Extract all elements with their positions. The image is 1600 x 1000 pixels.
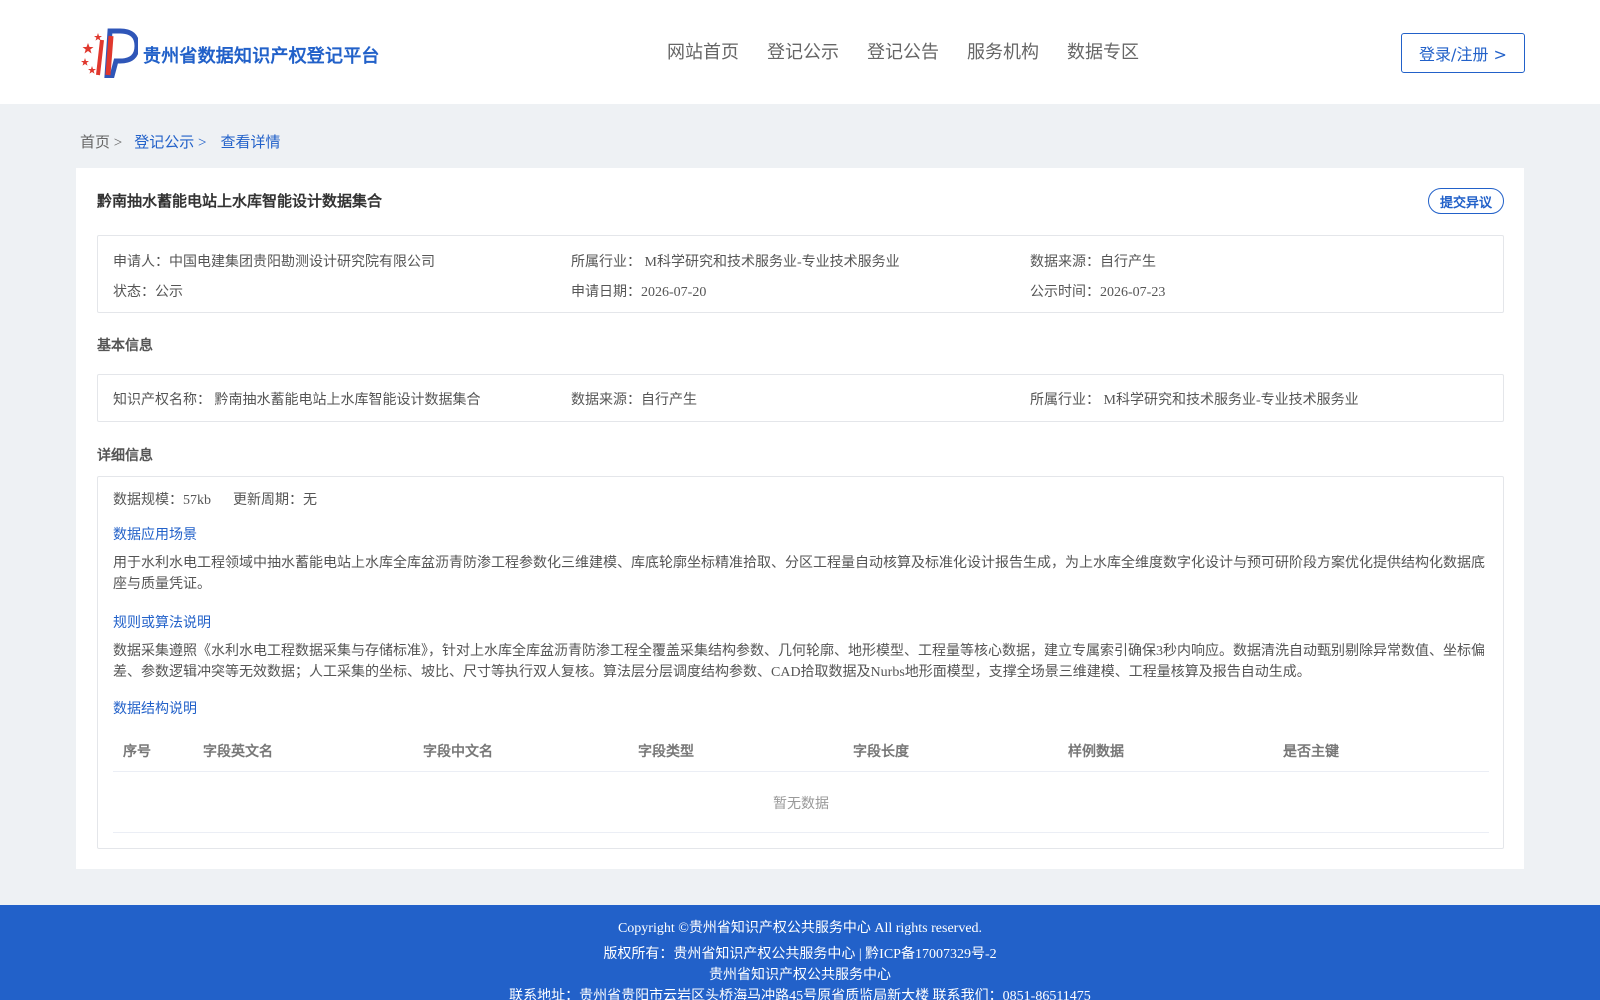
site-title[interactable]: 贵州省数据知识产权登记平台 <box>143 42 380 68</box>
site-footer: Copyright ©贵州省知识产权公共服务中心 All rights rese… <box>0 905 1600 1000</box>
submit-objection-button[interactable]: 提交异议 <box>1428 188 1504 214</box>
th-field-length: 字段长度 <box>853 745 909 760</box>
site-header: 贵州省数据知识产权登记平台 网站首页 登记公示 登记公告 服务机构 数据专区 登… <box>0 0 1600 104</box>
detail-info-heading: 详细信息 <box>97 448 153 464</box>
th-primary-key: 是否主键 <box>1283 745 1339 760</box>
basic-info-panel: 知识产权名称： 黔南抽水蓄能电站上水库智能设计数据集合 数据来源：自行产生 所属… <box>97 374 1504 422</box>
scenario-heading: 数据应用场景 <box>113 528 197 543</box>
industry-text: 所属行业： M科学研究和技术服务业-专业技术服务业 <box>571 255 900 270</box>
footer-contact: 联系地址：贵州省贵阳市云岩区头桥海马冲路45号原省质监局新大楼 联系我们：085… <box>509 989 1091 1000</box>
data-scale-text: 数据规模：57kb <box>113 493 211 508</box>
source-text: 数据来源：自行产生 <box>1030 255 1156 270</box>
breadcrumb-registry[interactable]: 登记公示 > <box>134 131 206 152</box>
nav-service-agencies[interactable]: 服务机构 <box>967 38 1039 64</box>
th-field-type: 字段类型 <box>638 745 694 760</box>
login-register-button[interactable]: 登录/注册 > <box>1401 33 1525 73</box>
breadcrumb-current: 查看详情 <box>220 135 281 151</box>
update-cycle-text: 更新周期：无 <box>233 493 317 508</box>
nav-registry-announcement[interactable]: 登记公告 <box>867 38 939 64</box>
basic-industry-text: 所属行业： M科学研究和技术服务业-专业技术服务业 <box>1030 393 1359 408</box>
main-nav: 网站首页 登记公示 登记公告 服务机构 数据专区 <box>667 38 1139 64</box>
ip-name-text: 知识产权名称： 黔南抽水蓄能电站上水库智能设计数据集合 <box>113 393 481 408</box>
basic-info-heading: 基本信息 <box>97 338 153 354</box>
summary-panel: 申请人：中国电建集团贵阳勘测设计研究院有限公司 所属行业： M科学研究和技术服务… <box>97 235 1504 313</box>
nav-registry-publicity[interactable]: 登记公示 <box>767 38 839 64</box>
breadcrumb: 首页 > 登记公示 > 查看详情 <box>80 131 294 152</box>
page-title: 黔南抽水蓄能电站上水库智能设计数据集合 <box>97 192 383 210</box>
table-empty-state: 暂无数据 <box>113 773 1489 833</box>
th-index: 序号 <box>123 745 151 760</box>
applicant-text: 申请人：中国电建集团贵阳勘测设计研究院有限公司 <box>113 255 435 270</box>
platform-logo-icon[interactable] <box>80 28 138 78</box>
scenario-text: 用于水利水电工程领域中抽水蓄能电站上水库全库盆沥青防渗工程参数化三维建模、库底轮… <box>113 556 1485 592</box>
th-field-cn: 字段中文名 <box>423 745 493 760</box>
th-sample-data: 样例数据 <box>1068 745 1124 760</box>
structure-table-header: 序号 字段英文名 字段中文名 字段类型 字段长度 样例数据 是否主键 <box>113 728 1489 772</box>
basic-source-text: 数据来源：自行产生 <box>571 393 697 408</box>
footer-org: 贵州省知识产权公共服务中心 <box>709 968 891 983</box>
footer-owner-icp[interactable]: 版权所有：贵州省知识产权公共服务中心 | 黔ICP备17007329号-2 <box>0 943 1600 963</box>
publish-date-text: 公示时间：2026-07-23 <box>1030 285 1166 300</box>
apply-date-text: 申请日期：2026-07-20 <box>571 285 707 300</box>
nav-home[interactable]: 网站首页 <box>667 38 739 64</box>
structure-heading: 数据结构说明 <box>113 702 197 717</box>
rules-heading: 规则或算法说明 <box>113 616 211 631</box>
footer-copyright: Copyright ©贵州省知识产权公共服务中心 All rights rese… <box>617 921 983 936</box>
breadcrumb-home[interactable]: 首页 > <box>80 131 122 152</box>
rules-text: 数据采集遵照《水利水电工程数据采集与存储标准》，针对上水库全库盆沥青防渗工程全覆… <box>113 644 1485 680</box>
nav-data-zone[interactable]: 数据专区 <box>1067 38 1139 64</box>
status-text: 状态：公示 <box>113 285 183 300</box>
detail-info-panel: 数据规模：57kb 更新周期：无 数据应用场景 用于水利水电工程领域中抽水蓄能电… <box>97 476 1504 849</box>
detail-card: 黔南抽水蓄能电站上水库智能设计数据集合 提交异议 申请人：中国电建集团贵阳勘测设… <box>76 168 1524 869</box>
th-field-en: 字段英文名 <box>203 745 273 760</box>
